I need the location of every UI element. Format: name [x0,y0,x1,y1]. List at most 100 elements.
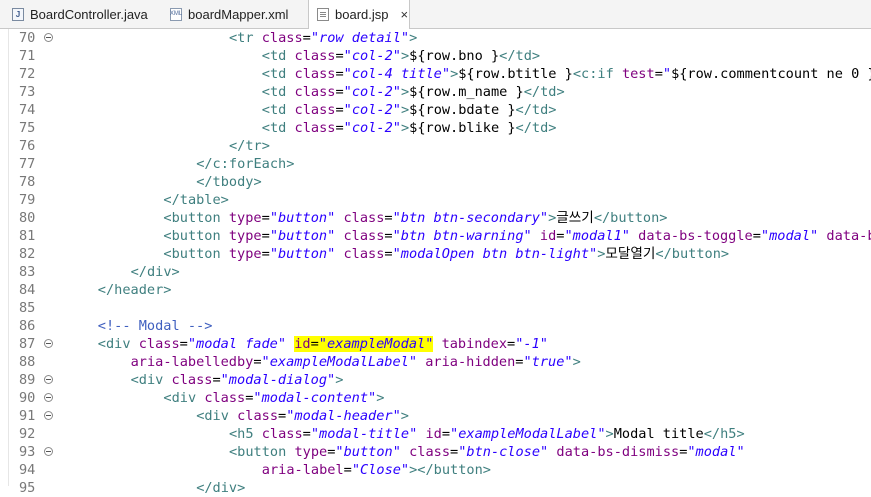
code-token: </h5> [703,426,745,442]
code-token: class [261,30,303,46]
code-line[interactable]: 82 <button type="button" class="modalOpen… [9,245,871,263]
code-line[interactable]: 85 [9,299,871,317]
code-line[interactable]: 81 <button type="button" class="btn btn-w… [9,227,871,245]
code-line[interactable]: 73 <td class="col-2">${row.m_name }</td> [9,83,871,101]
code-token: data-bs-dismiss [556,444,680,460]
code-token: = [335,48,344,64]
code-line[interactable]: 84 </header> [9,281,871,299]
fold-toggle-icon[interactable] [44,393,53,402]
code-token: <!-- Modal --> [97,318,213,334]
code-text: <td class="col-2">${row.bdate }</td> [262,101,557,119]
code-token: "exampleModalLabel" [261,354,418,370]
tab-boardcontroller-java[interactable]: J BoardController.java [12,0,148,28]
editor-tab-bar: J BoardController.java XML boardMapper.x… [0,0,871,29]
code-editor[interactable]: 70 <tr class="row detail"> 71 <td class="co… [9,29,871,496]
code-line[interactable]: 80 <button type="button" class="btn btn-s… [9,209,871,227]
fold-toggle-icon[interactable] [44,339,53,348]
code-line[interactable]: 89 <div class="modal-dialog"> [9,371,871,389]
code-line[interactable]: 71 <td class="col-2">${row.bno }</td> [9,47,871,65]
code-token: <button [163,246,229,262]
code-token: > [409,30,418,46]
code-token: > [605,426,614,442]
line-number: 88 [19,354,36,370]
code-line[interactable]: 93 <button type="button" class="btn-close… [9,443,871,461]
code-token: > [335,372,344,388]
code-text: <!-- Modal --> [98,317,213,335]
code-token: <button [163,210,229,226]
code-line[interactable]: 72 <td class="col-4 title">${row.btitle }… [9,65,871,83]
fold-toggle-icon[interactable] [44,411,53,420]
code-token: > [400,120,410,136]
line-number: 74 [19,102,36,118]
code-token: </div> [130,264,180,280]
line-number: 78 [19,174,36,190]
code-text: <div class="modal-content"> [163,389,384,407]
code-token: type [228,210,262,226]
code-line[interactable]: 92 <h5 class="modal-title" id="exampleMod… [9,425,871,443]
code-token: </td> [499,48,541,64]
close-icon[interactable]: × [400,7,408,22]
code-text: <td class="col-2">${row.blike }</td> [262,119,557,137]
code-token: "modal fade" [187,336,287,352]
code-line[interactable]: 94 aria-label="Close"></button> [9,461,871,479]
code-token: type [228,246,262,262]
line-number: 79 [19,192,36,208]
code-text: </tbody> [196,173,261,191]
java-file-icon: J [12,7,24,21]
code-token: "modal-dialog" [220,372,336,388]
code-token: <button [229,444,295,460]
code-token: 모달열기 [605,246,656,262]
tab-label: boardMapper.xml [188,6,289,22]
code-text: <td class="col-4 title">${row.btitle }<c… [262,65,871,83]
code-token: = [253,354,262,370]
code-token: id [294,336,311,352]
fold-toggle-icon[interactable] [44,33,53,42]
fold-toggle-icon[interactable] [44,447,53,456]
code-token: = [654,66,663,82]
line-number: 77 [19,156,36,172]
code-text: </div> [131,263,180,281]
line-number: 72 [19,66,36,82]
code-line[interactable]: 70 <tr class="row detail"> [9,29,871,47]
line-number: 75 [19,120,36,136]
code-line[interactable]: 76 </tr> [9,137,871,155]
tab-boardmapper-xml[interactable]: XML boardMapper.xml [170,0,289,28]
code-line[interactable]: 87 <div class="modal fade" id="exampleMod… [9,335,871,353]
code-token: = [302,426,311,442]
code-token: "modalOpen btn btn-light" [392,246,598,262]
code-token: "true" [523,354,573,370]
code-line[interactable]: 95 </div> [9,479,871,497]
line-number: 83 [19,264,36,280]
code-line[interactable]: 74 <td class="col-2">${row.bdate }</td> [9,101,871,119]
fold-toggle-icon[interactable] [44,375,53,384]
line-number: 81 [19,228,36,244]
code-text: <button type="button" class="modalOpen b… [163,245,729,263]
code-line[interactable]: 77 </c:forEach> [9,155,871,173]
code-token: class [237,408,279,424]
code-token: </td> [515,120,557,136]
code-line[interactable]: 83 </div> [9,263,871,281]
code-token: = [343,462,352,478]
tab-board-jsp[interactable]: board.jsp × [308,0,410,29]
code-line[interactable]: 86 <!-- Modal --> [9,317,871,335]
code-token: = [212,372,221,388]
code-line[interactable]: 78 </tbody> [9,173,871,191]
code-token: type [228,228,262,244]
code-line[interactable]: 75 <td class="col-2">${row.blike }</td> [9,119,871,137]
code-line[interactable]: 79 </table> [9,191,871,209]
code-token: " [662,66,672,82]
code-line[interactable]: 90 <div class="modal-content"> [9,389,871,407]
code-token: = [179,336,188,352]
code-text: <tr class="row detail"> [229,29,417,47]
code-token: <td [261,84,295,100]
code-line[interactable]: 91 <div class="modal-header"> [9,407,871,425]
code-token: </div> [196,480,246,496]
xml-file-icon: XML [170,7,182,21]
code-token: > [400,48,410,64]
code-token: = [302,30,311,46]
code-token: "exampleModal" [318,336,434,352]
code-line[interactable]: 88 aria-labelledby="exampleModalLabel" ar… [9,353,871,371]
code-token: aria-hidden [425,354,516,370]
